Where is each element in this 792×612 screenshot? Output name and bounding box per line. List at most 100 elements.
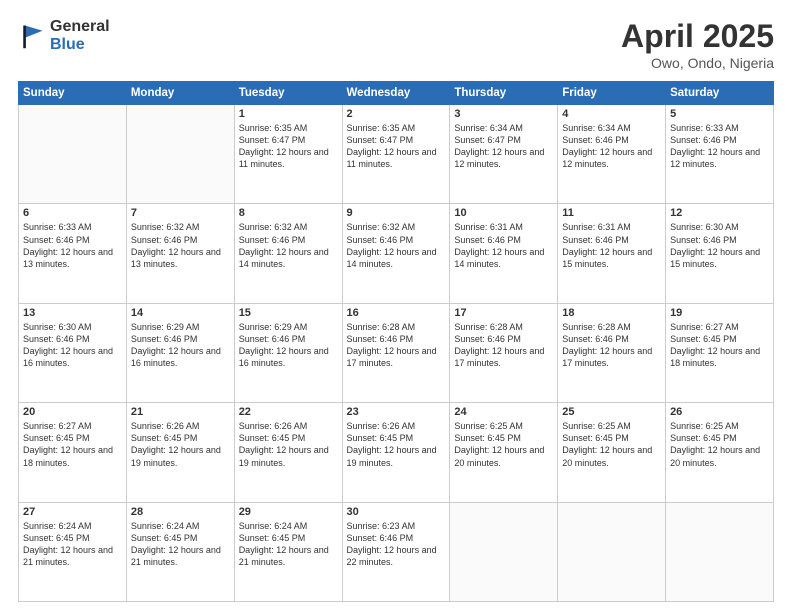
day-number: 7 [131,207,230,219]
day-number: 22 [239,406,338,418]
day-number: 5 [670,108,769,120]
day-number: 1 [239,108,338,120]
calendar-cell [558,502,666,601]
day-info: Sunrise: 6:26 AM Sunset: 6:45 PM Dayligh… [347,420,446,469]
calendar-cell: 1 Sunrise: 6:35 AM Sunset: 6:47 PM Daylig… [234,105,342,204]
day-info: Sunrise: 6:24 AM Sunset: 6:45 PM Dayligh… [23,520,122,569]
calendar-cell: 4 Sunrise: 6:34 AM Sunset: 6:46 PM Daylig… [558,105,666,204]
weekday-header-row: SundayMondayTuesdayWednesdayThursdayFrid… [19,82,774,105]
title-location: Owo, Ondo, Nigeria [621,55,774,71]
day-info: Sunrise: 6:27 AM Sunset: 6:45 PM Dayligh… [23,420,122,469]
weekday-header: Wednesday [342,82,450,105]
title-month: April 2025 [621,18,774,55]
calendar-cell: 28Sunrise: 6:24 AM Sunset: 6:45 PM Dayli… [126,502,234,601]
day-number: 21 [131,406,230,418]
day-info: Sunrise: 6:29 AM Sunset: 6:46 PM Dayligh… [131,321,230,370]
day-info: Sunrise: 6:28 AM Sunset: 6:46 PM Dayligh… [454,321,553,370]
calendar-cell [450,502,558,601]
calendar-cell: 27 Sunrise: 6:24 AM Sunset: 6:45 PM Dayli… [19,502,127,601]
calendar-cell: 21 Sunrise: 6:26 AM Sunset: 6:45 PM Dayli… [126,403,234,502]
day-info: Sunrise: 6:32 AM Sunset: 6:46 PM Dayligh… [239,221,338,270]
weekday-header: Saturday [666,82,774,105]
calendar-cell: 7Sunrise: 6:32 AM Sunset: 6:46 PM Daylig… [126,204,234,303]
page: General Blue April 2025 Owo, Ondo, Niger… [0,0,792,612]
day-number: 18 [562,307,661,319]
logo-icon [18,22,46,50]
day-number: 3 [454,108,553,120]
logo-blue: Blue [50,36,110,54]
day-info: Sunrise: 6:33 AM Sunset: 6:46 PM Dayligh… [670,122,769,171]
logo-general: General [50,18,110,36]
weekday-header: Sunday [19,82,127,105]
day-number: 30 [347,506,446,518]
calendar-week-row: 20 Sunrise: 6:27 AM Sunset: 6:45 PM Dayli… [19,403,774,502]
weekday-header: Tuesday [234,82,342,105]
calendar-cell: 29Sunrise: 6:24 AM Sunset: 6:45 PM Dayli… [234,502,342,601]
calendar-cell: 30 Sunrise: 6:23 AM Sunset: 6:46 PM Dayli… [342,502,450,601]
day-info: Sunrise: 6:30 AM Sunset: 6:46 PM Dayligh… [670,221,769,270]
day-info: Sunrise: 6:31 AM Sunset: 6:46 PM Dayligh… [562,221,661,270]
calendar-cell: 16Sunrise: 6:28 AM Sunset: 6:46 PM Dayli… [342,303,450,402]
calendar-cell: 25 Sunrise: 6:25 AM Sunset: 6:45 PM Dayli… [558,403,666,502]
calendar-cell: 17Sunrise: 6:28 AM Sunset: 6:46 PM Dayli… [450,303,558,402]
day-number: 9 [347,207,446,219]
calendar-cell: 15 Sunrise: 6:29 AM Sunset: 6:46 PM Dayli… [234,303,342,402]
calendar-week-row: 13 Sunrise: 6:30 AM Sunset: 6:46 PM Dayli… [19,303,774,402]
calendar-week-row: 1 Sunrise: 6:35 AM Sunset: 6:47 PM Daylig… [19,105,774,204]
day-info: Sunrise: 6:32 AM Sunset: 6:46 PM Dayligh… [347,221,446,270]
calendar-cell [666,502,774,601]
day-number: 15 [239,307,338,319]
day-number: 25 [562,406,661,418]
calendar-week-row: 6 Sunrise: 6:33 AM Sunset: 6:46 PM Daylig… [19,204,774,303]
day-number: 6 [23,207,122,219]
logo-text: General Blue [50,18,110,53]
day-info: Sunrise: 6:27 AM Sunset: 6:45 PM Dayligh… [670,321,769,370]
day-info: Sunrise: 6:34 AM Sunset: 6:47 PM Dayligh… [454,122,553,171]
calendar-cell: 26Sunrise: 6:25 AM Sunset: 6:45 PM Dayli… [666,403,774,502]
logo: General Blue [18,18,110,53]
day-number: 20 [23,406,122,418]
day-info: Sunrise: 6:33 AM Sunset: 6:46 PM Dayligh… [23,221,122,270]
calendar-cell: 12Sunrise: 6:30 AM Sunset: 6:46 PM Dayli… [666,204,774,303]
calendar-cell: 2 Sunrise: 6:35 AM Sunset: 6:47 PM Daylig… [342,105,450,204]
calendar-cell: 5 Sunrise: 6:33 AM Sunset: 6:46 PM Daylig… [666,105,774,204]
calendar-cell: 23 Sunrise: 6:26 AM Sunset: 6:45 PM Dayli… [342,403,450,502]
day-info: Sunrise: 6:26 AM Sunset: 6:45 PM Dayligh… [239,420,338,469]
calendar-cell: 14 Sunrise: 6:29 AM Sunset: 6:46 PM Dayli… [126,303,234,402]
calendar-week-row: 27 Sunrise: 6:24 AM Sunset: 6:45 PM Dayli… [19,502,774,601]
day-number: 10 [454,207,553,219]
calendar-cell: 20 Sunrise: 6:27 AM Sunset: 6:45 PM Dayli… [19,403,127,502]
day-info: Sunrise: 6:28 AM Sunset: 6:46 PM Dayligh… [562,321,661,370]
weekday-header: Monday [126,82,234,105]
day-number: 2 [347,108,446,120]
day-info: Sunrise: 6:25 AM Sunset: 6:45 PM Dayligh… [562,420,661,469]
day-info: Sunrise: 6:25 AM Sunset: 6:45 PM Dayligh… [670,420,769,469]
day-info: Sunrise: 6:23 AM Sunset: 6:46 PM Dayligh… [347,520,446,569]
calendar-cell [19,105,127,204]
day-info: Sunrise: 6:28 AM Sunset: 6:46 PM Dayligh… [347,321,446,370]
calendar-cell [126,105,234,204]
weekday-header: Friday [558,82,666,105]
day-info: Sunrise: 6:30 AM Sunset: 6:46 PM Dayligh… [23,321,122,370]
calendar-table: SundayMondayTuesdayWednesdayThursdayFrid… [18,81,774,602]
day-info: Sunrise: 6:35 AM Sunset: 6:47 PM Dayligh… [239,122,338,171]
calendar-cell: 9 Sunrise: 6:32 AM Sunset: 6:46 PM Daylig… [342,204,450,303]
calendar-cell: 6 Sunrise: 6:33 AM Sunset: 6:46 PM Daylig… [19,204,127,303]
calendar-cell: 3 Sunrise: 6:34 AM Sunset: 6:47 PM Daylig… [450,105,558,204]
day-info: Sunrise: 6:26 AM Sunset: 6:45 PM Dayligh… [131,420,230,469]
day-number: 13 [23,307,122,319]
day-number: 23 [347,406,446,418]
title-block: April 2025 Owo, Ondo, Nigeria [621,18,774,71]
day-number: 14 [131,307,230,319]
header: General Blue April 2025 Owo, Ondo, Niger… [18,18,774,71]
day-info: Sunrise: 6:29 AM Sunset: 6:46 PM Dayligh… [239,321,338,370]
day-info: Sunrise: 6:35 AM Sunset: 6:47 PM Dayligh… [347,122,446,171]
day-number: 4 [562,108,661,120]
day-number: 11 [562,207,661,219]
calendar-cell: 11 Sunrise: 6:31 AM Sunset: 6:46 PM Dayli… [558,204,666,303]
day-info: Sunrise: 6:34 AM Sunset: 6:46 PM Dayligh… [562,122,661,171]
day-number: 27 [23,506,122,518]
day-number: 19 [670,307,769,319]
calendar-cell: 22 Sunrise: 6:26 AM Sunset: 6:45 PM Dayli… [234,403,342,502]
day-number: 28 [131,506,230,518]
